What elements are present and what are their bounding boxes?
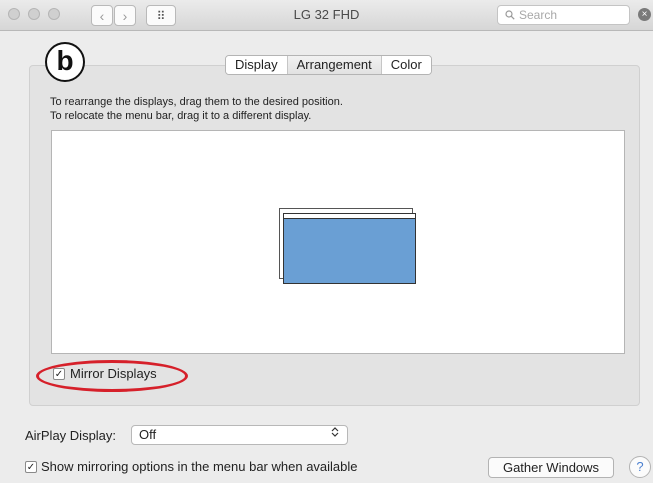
back-button[interactable]: ‹	[91, 5, 113, 26]
chevron-right-icon: ›	[122, 7, 128, 24]
preferences-window: ‹ › ⠿ LG 32 FHD × b Display Arrangement …	[0, 0, 653, 483]
instruction-line-1: To rearrange the displays, drag them to …	[50, 96, 343, 108]
mirror-displays-label[interactable]: Mirror Displays	[70, 366, 157, 381]
help-button[interactable]: ?	[629, 456, 651, 478]
airplay-display-select[interactable]: Off	[131, 425, 348, 445]
figure-label-badge: b	[45, 42, 85, 82]
checkmark-icon: ✓	[26, 462, 36, 473]
display-arrangement-area	[51, 130, 625, 354]
mirror-displays-checkbox[interactable]: ✓	[53, 368, 65, 380]
tab-color[interactable]: Color	[381, 56, 431, 74]
search-input[interactable]	[519, 8, 619, 22]
show-mirroring-checkbox[interactable]: ✓	[25, 461, 37, 473]
menu-bar-strip[interactable]	[284, 214, 415, 219]
minimize-window-icon[interactable]	[28, 8, 40, 20]
primary-display-thumbnail[interactable]	[283, 213, 416, 284]
tab-bar: Display Arrangement Color	[225, 55, 432, 75]
show-all-button[interactable]: ⠿	[146, 5, 176, 26]
zoom-window-icon[interactable]	[48, 8, 60, 20]
grid-icon: ⠿	[156, 8, 166, 23]
tab-arrangement[interactable]: Arrangement	[287, 56, 382, 74]
airplay-selected-value: Off	[139, 427, 157, 442]
clear-search-icon[interactable]: ×	[638, 8, 651, 21]
checkmark-icon: ✓	[54, 369, 64, 380]
title-bar: ‹ › ⠿ LG 32 FHD ×	[0, 0, 653, 31]
forward-button[interactable]: ›	[114, 5, 136, 26]
tab-display[interactable]: Display	[226, 56, 288, 74]
chevron-left-icon: ‹	[99, 7, 105, 24]
instruction-line-2: To relocate the menu bar, drag it to a d…	[50, 110, 312, 122]
search-icon	[505, 10, 515, 20]
airplay-display-label: AirPlay Display:	[25, 428, 117, 443]
show-mirroring-label[interactable]: Show mirroring options in the menu bar w…	[41, 459, 358, 474]
search-field[interactable]	[497, 5, 630, 25]
gather-windows-button[interactable]: Gather Windows	[488, 457, 614, 478]
close-window-icon[interactable]	[8, 8, 20, 20]
updown-chevron-icon	[331, 426, 339, 445]
